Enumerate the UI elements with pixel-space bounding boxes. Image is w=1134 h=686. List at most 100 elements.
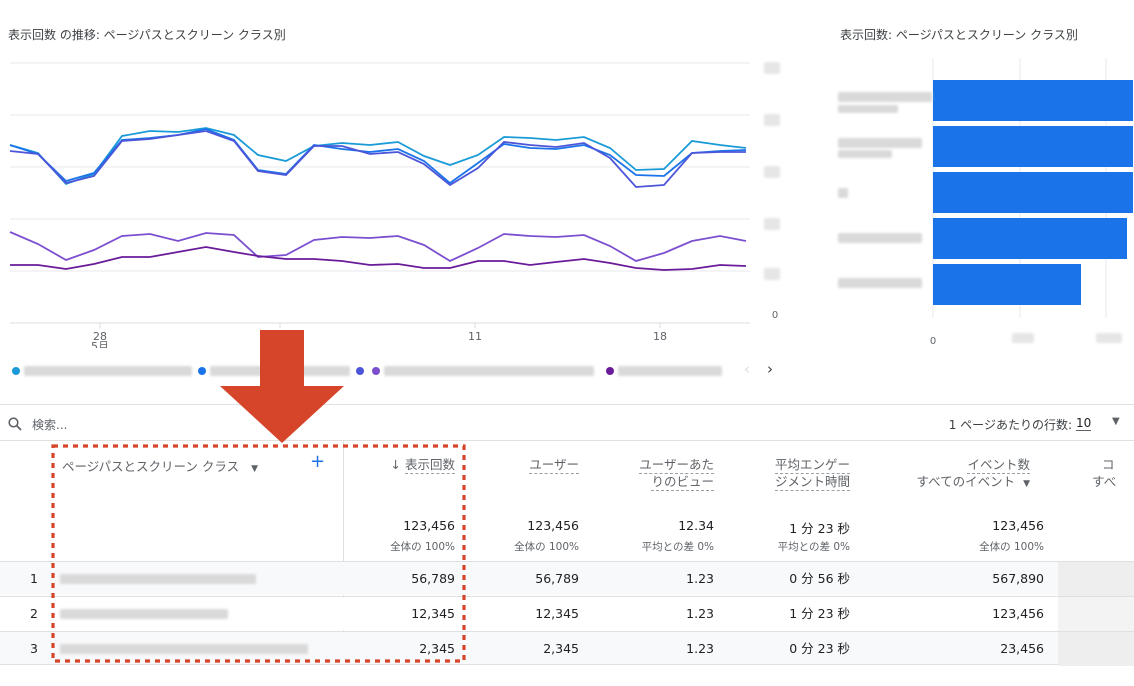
y-tick-redacted [764,268,780,280]
row-dimension-redacted [60,574,256,584]
y-tick-redacted [764,218,780,230]
cell-event-count: 23,456 [1000,641,1044,656]
line-series-5 [10,246,747,271]
line-chart-title: 表示回数 の推移: ページパスとスクリーン クラス別 [8,28,286,42]
column-header-sub-label: すべ [1092,474,1117,489]
legend-label-redacted [384,366,594,376]
divider [0,440,1134,441]
total-sub: 平均との差 0% [777,541,850,553]
bar-1 [933,80,1133,121]
legend-label-redacted [24,366,192,376]
total-sub: 全体の 100% [390,541,455,553]
table-row[interactable]: 2 12,345 12,345 1.23 1 分 23 秒 123,456 [0,596,1134,631]
column-header-event-count[interactable]: イベント数 すべてのイベント ▼ [880,456,1030,493]
x-tick-label: 11 [468,330,482,343]
cell-pageviews: 56,789 [411,571,455,586]
y-tick-redacted [764,114,780,126]
cell-views-per-user: 1.23 [686,571,714,586]
cell-truncated [1058,632,1134,666]
row-number: 2 [30,606,38,621]
search-icon [8,417,22,431]
divider [0,404,1134,405]
legend-dot [372,367,380,375]
total-value: 123,456 [403,518,455,533]
total-sub: 平均との差 0% [641,541,714,553]
legend-label-redacted [210,366,350,376]
cell-event-count: 123,456 [992,606,1044,621]
total-value: 1 分 23 秒 [789,521,850,536]
legend-next-icon[interactable]: › [767,360,773,378]
bar-4 [933,218,1127,259]
total-value: 12.34 [678,518,714,533]
row-dimension-redacted [60,644,308,654]
chevron-down-icon: ▼ [251,464,259,474]
column-header-label: イベント数 [967,457,1030,474]
row-dimension-redacted [60,609,228,619]
bar-tick-redacted [1012,333,1034,343]
cell-users: 56,789 [535,571,579,586]
bar-2 [933,126,1133,167]
cell-views-per-user: 1.23 [686,606,714,621]
column-header-label: りのビュー [651,474,714,491]
cell-views-per-user: 1.23 [686,641,714,656]
rows-per-page-label: 1 ページあたりの行数: [948,418,1072,432]
dimension-header[interactable]: ページパスとスクリーン クラス ▼ [62,456,258,475]
bar-x-tick-label: 0 [930,336,936,347]
row-number: 1 [30,571,38,586]
bar-label-redacted [838,92,932,102]
total-sub: 全体の 100% [514,541,579,553]
chevron-down-icon: ▼ [1023,479,1030,489]
bar-5 [933,264,1081,305]
rows-per-page-select[interactable]: 10 ▼ [1076,414,1134,434]
column-header-label: ジメント時間 [774,474,850,491]
bar-label-redacted [838,188,848,198]
total-value: 123,456 [527,518,579,533]
cell-pageviews: 2,345 [419,641,455,656]
x-tick-label: 18 [653,330,667,343]
bar-label-redacted [838,138,922,148]
table-row[interactable]: 1 56,789 56,789 1.23 0 分 56 秒 567,890 [0,561,1134,596]
column-header-truncated[interactable]: コ すべ [1088,456,1134,496]
add-dimension-icon[interactable]: + [310,451,325,472]
column-header-label: 平均エンゲー [774,457,850,474]
legend-dot [356,367,364,375]
legend-dot [606,367,614,375]
column-header-views-per-user[interactable]: ユーザーあた りのビュー [600,456,714,491]
legend-dot [198,367,206,375]
bar-chart-title: 表示回数: ページパスとスクリーン クラス別 [840,28,1078,42]
cell-truncated [1058,597,1134,631]
column-header-label: ユーザー [529,457,579,474]
column-header-label: 表示回数 [404,457,455,474]
search-box[interactable]: 検索... [8,414,208,434]
column-header-sub-label: すべてのイベント [916,474,1016,489]
column-header-pageviews[interactable]: ↓ 表示回数 [360,456,455,474]
cell-avg-engagement: 0 分 56 秒 [789,571,850,586]
column-header-label: コ [1102,457,1115,472]
cell-avg-engagement: 1 分 23 秒 [789,606,850,621]
search-input[interactable]: 検索... [32,416,67,433]
bar-label-redacted [838,105,898,113]
bar-3 [933,172,1133,213]
cell-users: 2,345 [543,641,579,656]
y-tick-label: 0 [772,310,778,321]
y-tick-redacted [764,166,780,178]
bar-label-redacted [838,233,922,243]
bar-label-redacted [838,150,892,158]
table-row[interactable]: 3 2,345 2,345 1.23 0 分 23 秒 23,456 [0,631,1134,666]
column-header-users[interactable]: ユーザー [480,456,579,474]
rows-per-page-value: 10 [1076,416,1092,431]
bar-tick-redacted [1096,333,1122,343]
cell-pageviews: 12,345 [411,606,455,621]
legend-dot [12,367,20,375]
dimension-header-label: ページパスとスクリーン クラス [62,459,240,474]
legend-label-redacted [618,366,722,376]
y-tick-redacted [764,62,780,74]
total-sub: 全体の 100% [979,541,1044,553]
bar-label-redacted [838,278,922,288]
x-tick-month-label: 5月 [91,340,109,348]
cell-truncated [1058,562,1134,596]
cell-avg-engagement: 0 分 23 秒 [789,641,850,656]
column-header-avg-engagement[interactable]: 平均エンゲー ジメント時間 [740,456,850,491]
legend-prev-icon[interactable]: ‹ [744,360,750,378]
sort-desc-icon: ↓ [390,457,401,472]
